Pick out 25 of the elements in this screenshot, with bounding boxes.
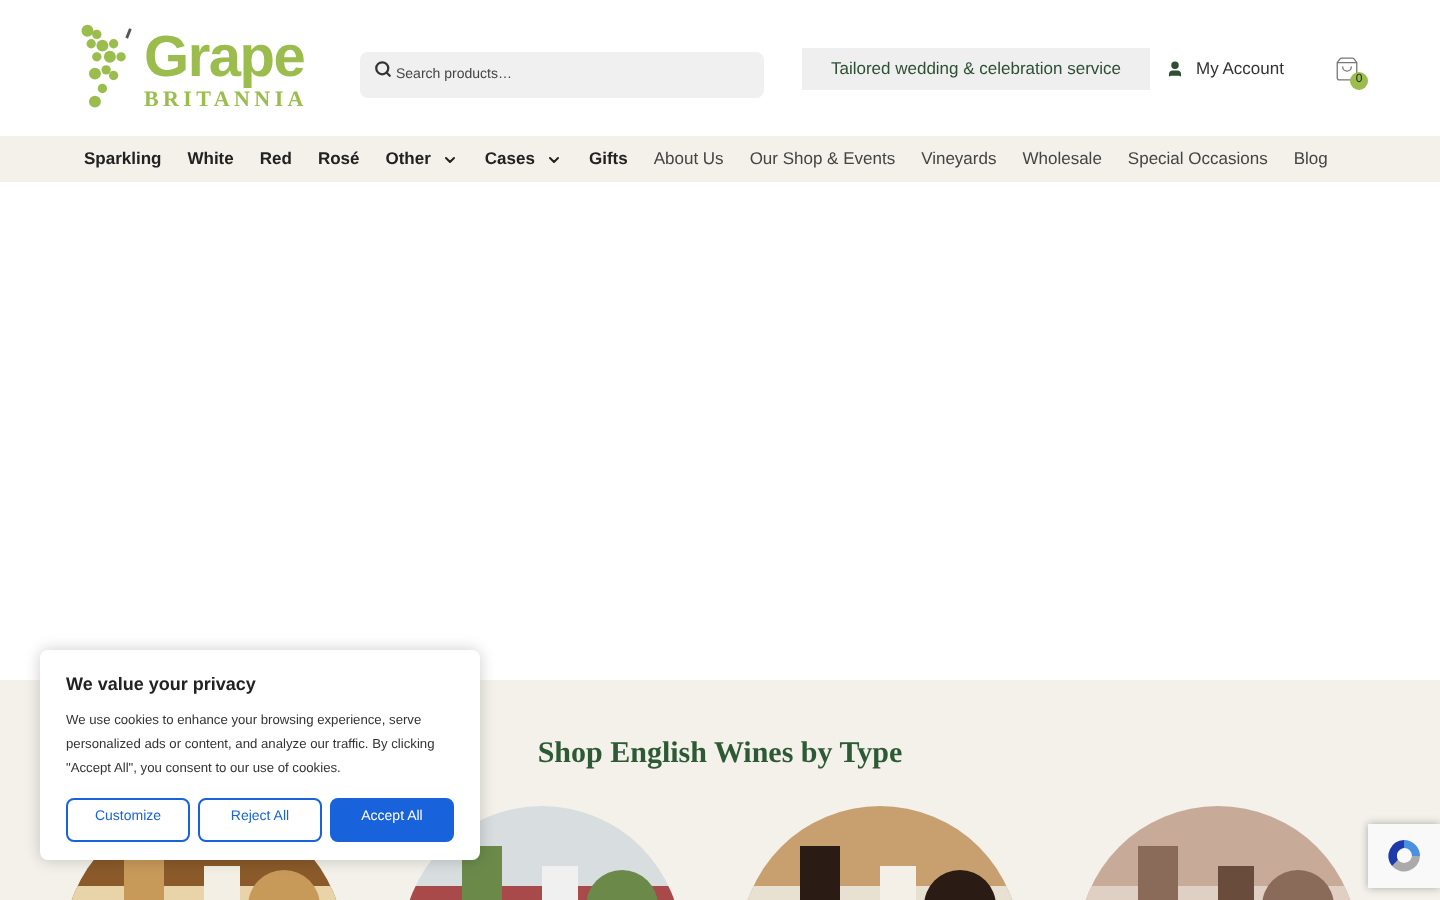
logo-title: Grape xyxy=(144,25,307,89)
nav-link[interactable]: White xyxy=(187,146,234,172)
nav-link[interactable]: Vineyards xyxy=(921,146,997,172)
search-icon xyxy=(374,59,392,77)
nav-link[interactable]: Cases xyxy=(484,146,563,172)
section-heading: Shop English Wines by Type xyxy=(537,736,903,774)
logo-subtitle: BRITANNIA xyxy=(144,89,308,111)
nav-link[interactable]: Wholesale xyxy=(1022,146,1102,172)
nav-link[interactable]: Other xyxy=(385,146,459,172)
cookie-title: We value your privacy xyxy=(66,672,258,698)
nav-link[interactable]: Red xyxy=(259,146,292,172)
nav-link[interactable]: About Us xyxy=(653,146,724,172)
recaptcha-icon xyxy=(1384,836,1424,876)
account-link[interactable]: My Account xyxy=(1166,55,1284,81)
caret-icon xyxy=(442,151,459,167)
promo-banner: Tailored wedding & celebration service xyxy=(802,47,1150,89)
nav-link[interactable]: Our Shop & Events xyxy=(749,146,896,172)
nav-link[interactable]: Gifts xyxy=(588,146,628,172)
nav-link[interactable]: Blog xyxy=(1293,146,1328,172)
caret-icon xyxy=(546,151,563,167)
nav-link[interactable]: Special Occasions xyxy=(1127,146,1268,172)
user-icon xyxy=(1166,59,1184,77)
nav-link[interactable]: Sparkling xyxy=(84,146,162,172)
nav-link[interactable]: Rosé xyxy=(317,146,360,172)
cart-icon[interactable] xyxy=(1334,55,1360,81)
